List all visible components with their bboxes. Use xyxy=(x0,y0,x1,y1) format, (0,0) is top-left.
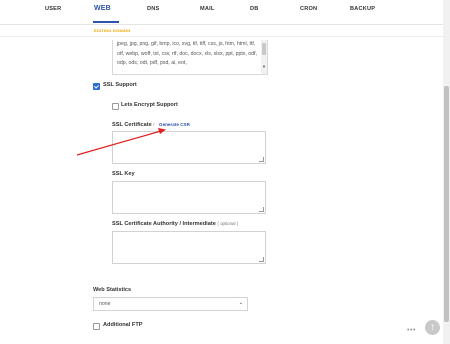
more-dots-icon[interactable]: ••• xyxy=(407,327,416,334)
page-scrollbar-thumb[interactable] xyxy=(444,86,449,322)
scroll-to-top-button[interactable]: ↑ xyxy=(425,320,440,335)
up-arrow-icon: ↑ xyxy=(430,322,435,333)
annotation-arrow-icon xyxy=(76,128,166,156)
page-scrollbar[interactable] xyxy=(443,0,450,344)
